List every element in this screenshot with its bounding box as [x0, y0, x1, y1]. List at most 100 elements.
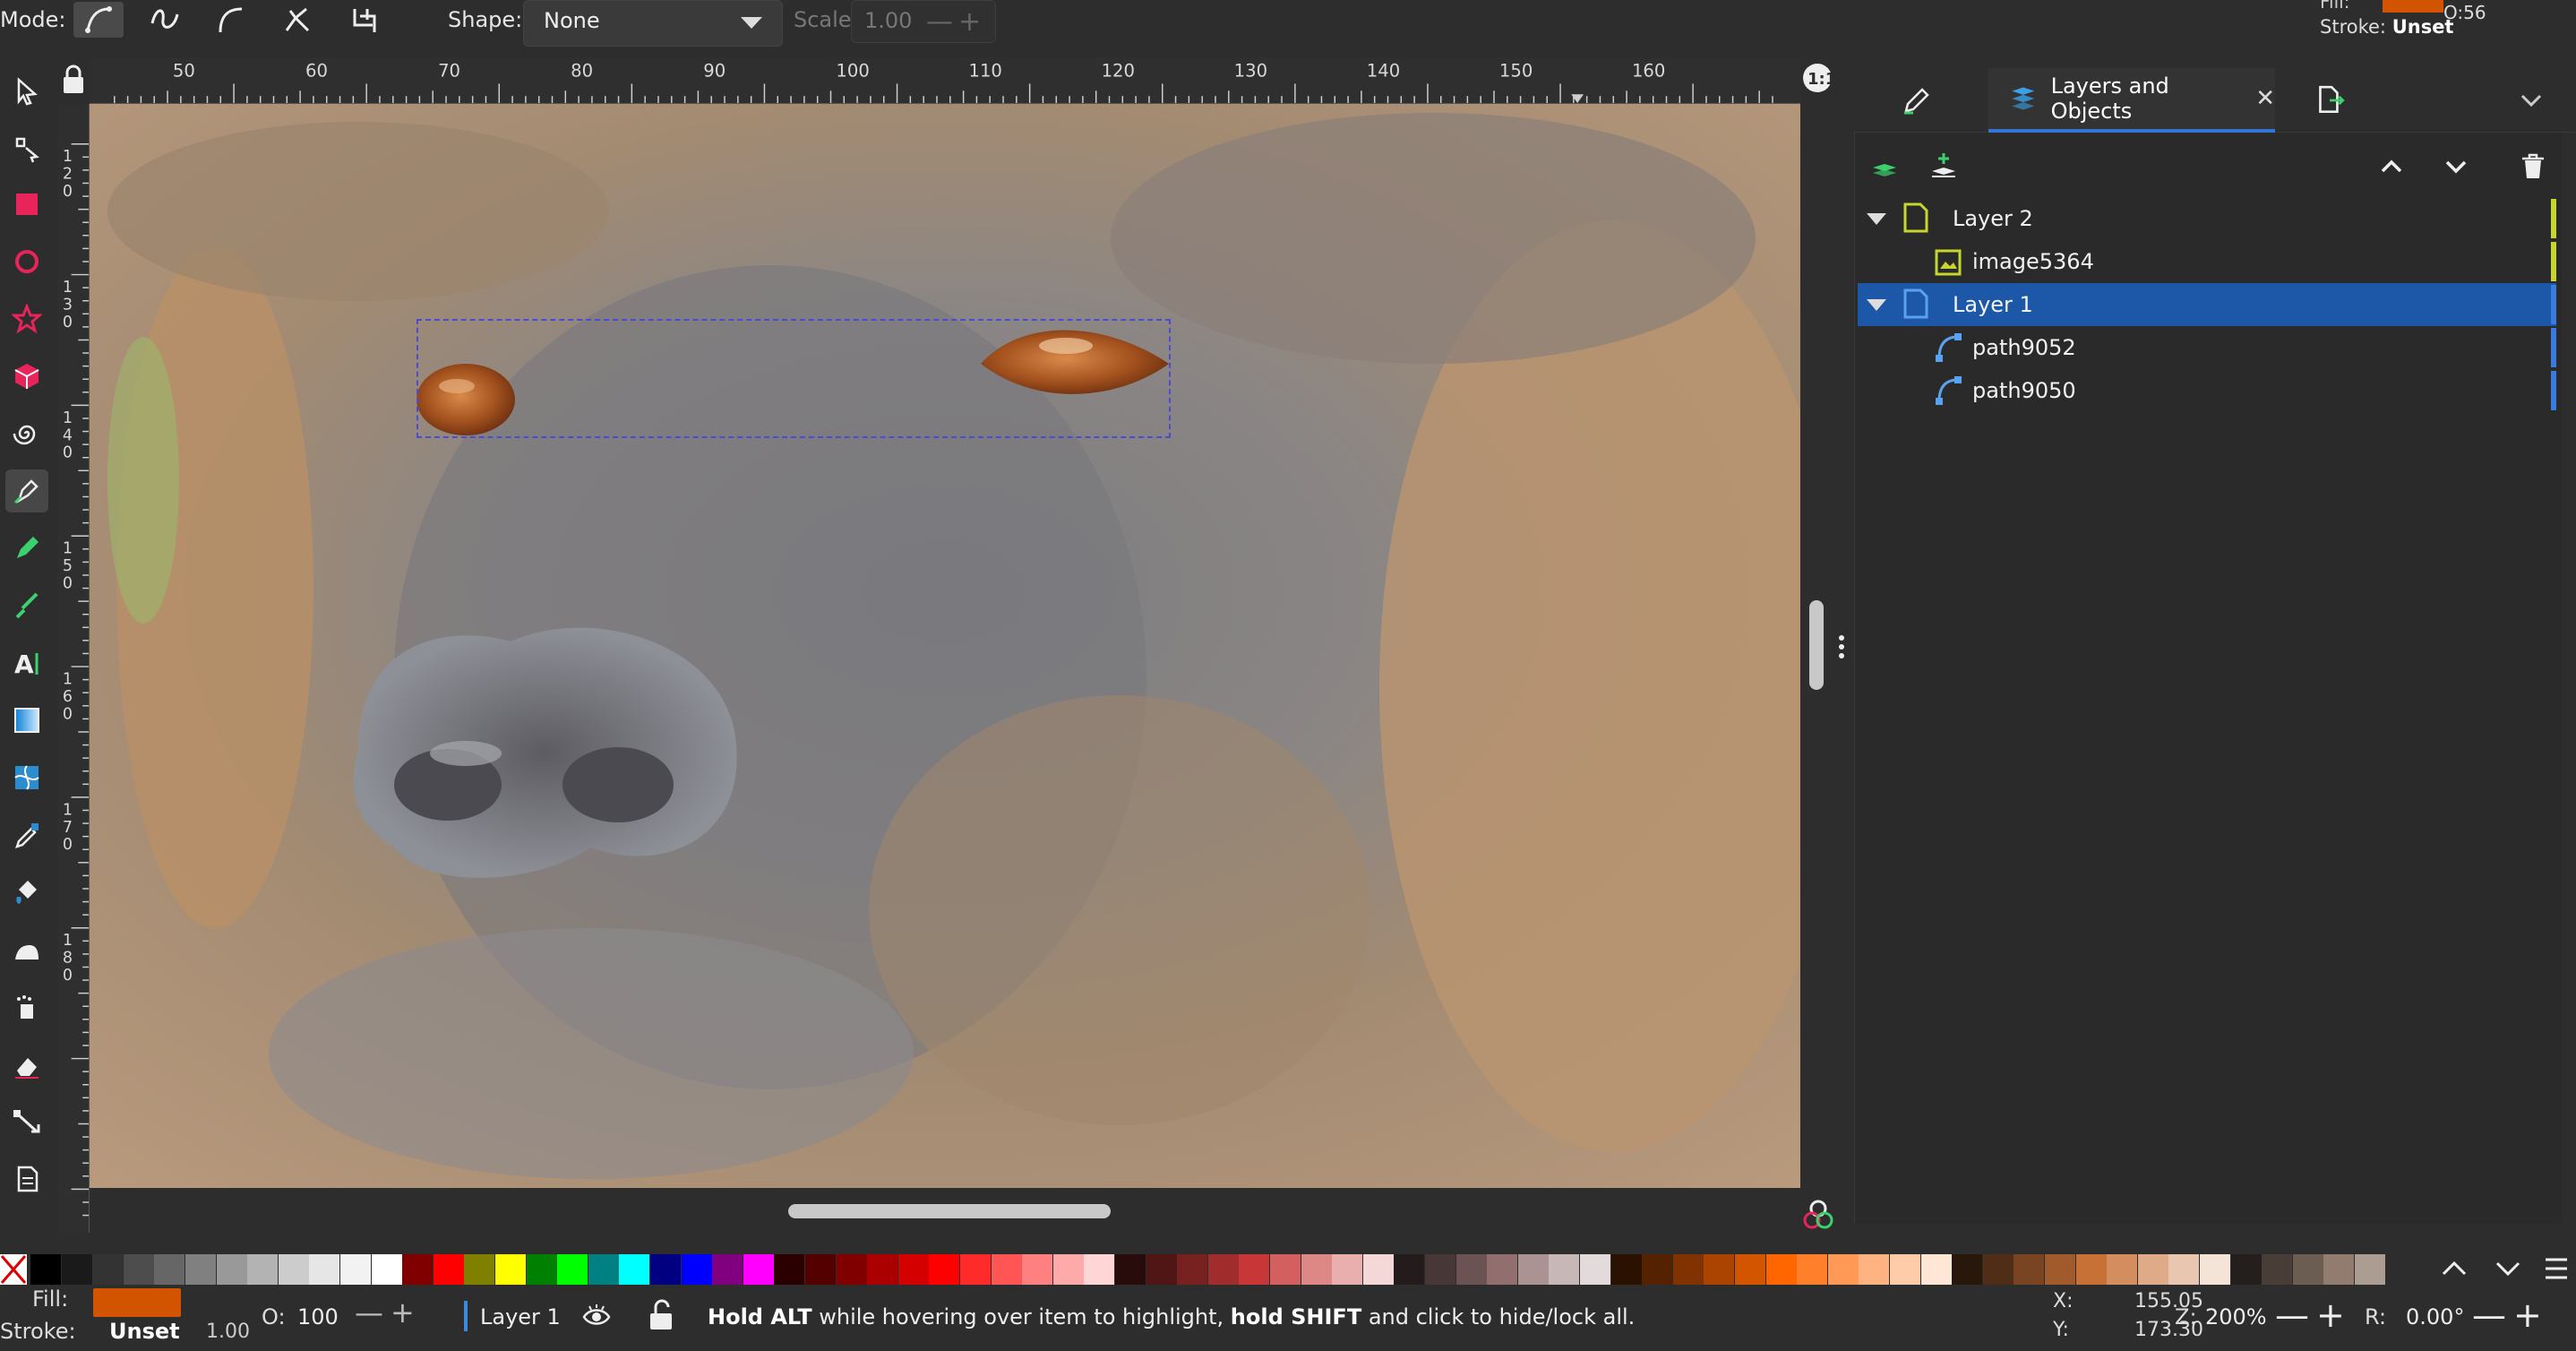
rectangle-tool[interactable] [5, 183, 48, 226]
tweak-tool[interactable] [5, 928, 48, 971]
current-layer-selector[interactable]: Layer 1 [480, 1304, 561, 1329]
lock-guides-icon[interactable] [61, 65, 86, 95]
connector-tool[interactable] [5, 1100, 48, 1143]
palette-scroll-down-icon[interactable] [2490, 1252, 2526, 1285]
paint-bucket-tool[interactable] [5, 871, 48, 914]
palette-swatch[interactable] [1022, 1254, 1053, 1285]
mini-fill-swatch[interactable] [2383, 0, 2443, 13]
palette-swatch[interactable] [681, 1254, 712, 1285]
palette-swatch[interactable] [495, 1254, 526, 1285]
tab-export[interactable] [2313, 68, 2347, 133]
palette-scroll-up-icon[interactable] [2436, 1252, 2472, 1285]
selection-bounding-box[interactable] [416, 319, 1171, 438]
expander-caret-icon[interactable] [1867, 299, 1886, 311]
palette-swatch[interactable] [2230, 1254, 2262, 1285]
color-management-icon[interactable] [1800, 1197, 1836, 1233]
pen-tool[interactable] [5, 469, 48, 512]
rotation-field[interactable]: 0.00° [2406, 1304, 2464, 1329]
palette-swatch[interactable] [185, 1254, 216, 1285]
palette-swatch[interactable] [1797, 1254, 1828, 1285]
palette-swatch[interactable] [1735, 1254, 1765, 1285]
zoom-minus-plus-icon[interactable]: —+ [2275, 1295, 2352, 1335]
palette-swatch[interactable] [1672, 1254, 1704, 1285]
palette-swatch[interactable] [1487, 1254, 1518, 1285]
mode-bspline-button[interactable] [206, 2, 256, 38]
palette-swatch[interactable] [1952, 1254, 1983, 1285]
pages-tool[interactable] [5, 1157, 48, 1200]
tree-row-image5364[interactable]: image5364 [1858, 240, 2556, 283]
palette-swatch[interactable] [774, 1254, 805, 1285]
palette-swatch[interactable] [2292, 1254, 2323, 1285]
fill-color-swatch[interactable] [93, 1288, 181, 1317]
palette-swatch[interactable] [1765, 1254, 1797, 1285]
palette-swatch[interactable] [897, 1254, 929, 1285]
horizontal-scrollbar[interactable] [788, 1204, 1111, 1218]
mesh-tool[interactable] [5, 756, 48, 799]
3d-box-tool[interactable] [5, 355, 48, 398]
add-sublayer-button[interactable] [1924, 147, 1963, 186]
palette-swatch[interactable] [30, 1254, 61, 1285]
palette-swatch[interactable] [1362, 1254, 1394, 1285]
palette-swatch[interactable] [247, 1254, 279, 1285]
opacity-minus-plus-icon[interactable]: —+ [355, 1295, 422, 1329]
palette-swatch[interactable] [1920, 1254, 1952, 1285]
palette-swatch[interactable] [1394, 1254, 1425, 1285]
ellipse-tool[interactable] [5, 240, 48, 283]
palette-swatch[interactable] [433, 1254, 464, 1285]
palette-swatch[interactable] [805, 1254, 836, 1285]
expander-caret-icon[interactable] [1867, 213, 1886, 225]
palette-swatch[interactable] [1982, 1254, 2014, 1285]
palette-swatch[interactable] [1052, 1254, 1084, 1285]
dropper-tool[interactable] [5, 813, 48, 856]
palette-swatch[interactable] [991, 1254, 1022, 1285]
text-tool[interactable]: A [5, 641, 48, 684]
palette-swatch[interactable] [340, 1254, 371, 1285]
dog-photo-image[interactable] [90, 104, 1800, 1188]
palette-swatch[interactable] [2323, 1254, 2355, 1285]
palette-swatch[interactable] [2075, 1254, 2107, 1285]
palette-swatch[interactable] [588, 1254, 619, 1285]
palette-swatch[interactable] [123, 1254, 154, 1285]
mode-bezier-button[interactable] [73, 2, 124, 38]
palette-swatch[interactable] [867, 1254, 898, 1285]
palette-swatch[interactable] [1239, 1254, 1270, 1285]
mode-paraxial-button[interactable] [339, 2, 389, 38]
palette-swatch[interactable] [743, 1254, 774, 1285]
palette-swatch[interactable] [619, 1254, 650, 1285]
gradient-tool[interactable] [5, 699, 48, 742]
palette-swatch[interactable] [836, 1254, 867, 1285]
palette-swatch[interactable] [464, 1254, 495, 1285]
palette-swatch[interactable] [526, 1254, 557, 1285]
zoom-correction-icon[interactable]: 1:1 [1800, 61, 1834, 95]
palette-swatch[interactable] [650, 1254, 681, 1285]
palette-swatch[interactable] [1610, 1254, 1642, 1285]
eraser-tool[interactable] [5, 1043, 48, 1086]
add-layer-button[interactable] [1865, 147, 1904, 186]
palette-swatch[interactable] [1455, 1254, 1487, 1285]
palette-swatch[interactable] [929, 1254, 960, 1285]
close-icon[interactable]: ✕ [2255, 85, 2275, 112]
vertical-ruler[interactable]: 120130140150160170180 [57, 104, 90, 1233]
palette-swatch[interactable] [2014, 1254, 2045, 1285]
tree-row-path9052[interactable]: path9052 [1858, 326, 2556, 369]
palette-swatch[interactable] [557, 1254, 588, 1285]
palette-swatch[interactable] [1890, 1254, 1920, 1285]
palette-swatch[interactable] [2355, 1254, 2385, 1285]
node-tool[interactable] [5, 127, 48, 170]
palette-swatch[interactable] [1580, 1254, 1610, 1285]
no-paint-swatch[interactable] [0, 1254, 27, 1285]
palette-swatch[interactable] [1301, 1254, 1332, 1285]
unlock-icon[interactable] [647, 1299, 675, 1331]
palette-swatch[interactable] [2262, 1254, 2293, 1285]
palette-swatch[interactable] [2200, 1254, 2230, 1285]
palette-swatch[interactable] [960, 1254, 991, 1285]
palette-swatch[interactable] [61, 1254, 92, 1285]
palette-swatch[interactable] [1642, 1254, 1673, 1285]
stroke-value[interactable]: Unset [109, 1319, 180, 1344]
palette-swatch[interactable] [1332, 1254, 1363, 1285]
rotation-minus-plus-icon[interactable]: —+ [2472, 1295, 2549, 1335]
tab-fill-stroke[interactable] [1901, 68, 1933, 133]
palette-swatch[interactable] [1084, 1254, 1115, 1285]
palette-swatch[interactable] [1859, 1254, 1890, 1285]
dock-menu-button[interactable] [2517, 68, 2546, 133]
